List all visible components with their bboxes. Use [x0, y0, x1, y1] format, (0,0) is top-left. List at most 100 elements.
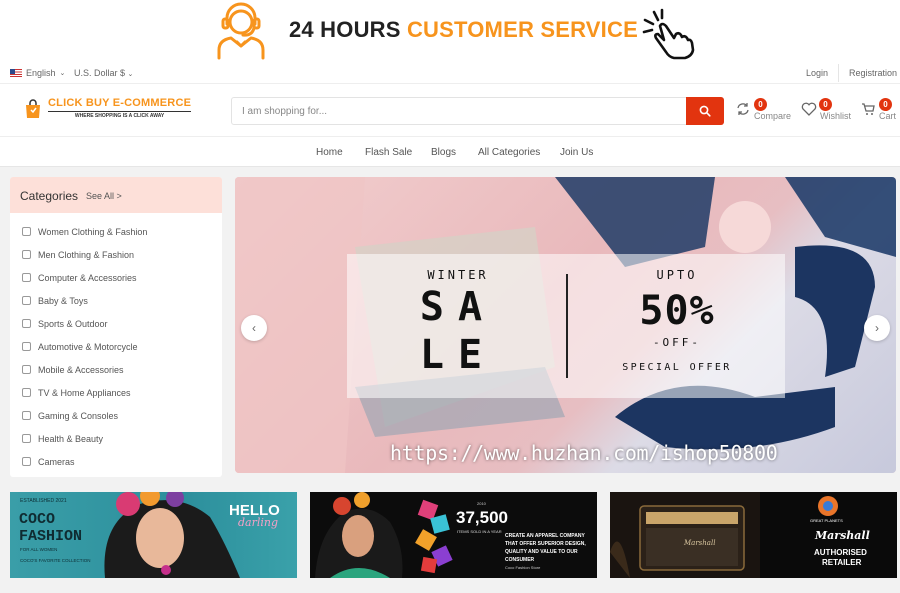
currency-label: U.S. Dollar $ [74, 68, 126, 78]
phone-icon [22, 365, 31, 374]
promo-banner-coco-fashion[interactable]: ESTABLISHED 2021 COCO FASHION FOR ALL WO… [10, 492, 297, 578]
off-label: -OFF- [652, 336, 702, 349]
category-item-computer[interactable]: Computer & Accessories [10, 266, 222, 289]
retailer-badge-label: GREAT PLANETS [810, 518, 843, 523]
since-label: 2010 [477, 501, 486, 506]
search-bar [231, 97, 724, 125]
shirt-icon [22, 250, 31, 259]
language-selector[interactable]: English ⌄ [10, 68, 65, 78]
category-label: Women Clothing & Fashion [38, 226, 148, 237]
darling-script: darling [238, 516, 279, 529]
cart-icon [862, 103, 875, 115]
category-item-baby-toys[interactable]: Baby & Toys [10, 289, 222, 312]
promo-banner-items-sold[interactable]: 2010 37,500 ITEMS SOLD IN A YEAR CREATE … [310, 492, 597, 578]
slider-next-button[interactable]: › [864, 315, 890, 341]
categories-panel: Categories See All > Women Clothing & Fa… [10, 177, 222, 477]
category-item-men-clothing[interactable]: Men Clothing & Fashion [10, 243, 222, 266]
category-item-sports[interactable]: Sports & Outdoor [10, 312, 222, 335]
main-nav: Home Flash Sale Blogs All Categories Joi… [0, 137, 900, 167]
discount-percent: 50% [639, 288, 715, 334]
site-logo[interactable]: CLICK BUY E-COMMERCE WHERE SHOPPING IS A… [24, 97, 192, 119]
category-item-tv-home[interactable]: TV & Home Appliances [10, 381, 222, 404]
customer-service-headline: 24 HOURS CUSTOMER SERVICE [289, 17, 638, 43]
header: CLICK BUY E-COMMERCE WHERE SHOPPING IS A… [0, 84, 900, 137]
coco-brand-line-2: FASHION [19, 528, 83, 545]
camera-icon [22, 457, 31, 466]
established-label: ESTABLISHED 2021 [20, 498, 67, 504]
category-item-women-clothing[interactable]: Women Clothing & Fashion [10, 220, 222, 243]
sports-icon [22, 319, 31, 328]
nav-item-flash-sale[interactable]: Flash Sale [365, 147, 412, 158]
categories-title: Categories [20, 189, 79, 203]
overlay-divider [566, 274, 568, 378]
dress-icon [22, 227, 31, 236]
category-item-cameras[interactable]: Cameras [10, 450, 222, 473]
see-all-link[interactable]: See All > [86, 191, 122, 201]
upto-label: UPTO [656, 268, 698, 282]
customer-service-agent-icon [217, 2, 265, 60]
sale-word-line-1: SA [419, 284, 497, 330]
nav-item-all-categories[interactable]: All Categories [478, 147, 540, 158]
category-item-mobile[interactable]: Mobile & Accessories [10, 358, 222, 381]
top-bar: English ⌄ U.S. Dollar $ ⌄ Login Registra… [0, 62, 900, 84]
nav-item-blogs[interactable]: Blogs [431, 147, 456, 158]
categories-header: Categories See All > [10, 177, 222, 213]
chevron-right-icon: › [875, 321, 879, 335]
category-label: Men Clothing & Fashion [38, 249, 135, 260]
promo-banner-marshall[interactable]: Marshall GREAT PLANETS Marshall AUTHORIS… [610, 492, 897, 578]
brand-name: CLICK BUY E-COMMERCE [48, 97, 192, 109]
slider-prev-button[interactable]: ‹ [241, 315, 267, 341]
for-all-women-label: FOR ALL WOMEN [20, 547, 58, 552]
cart-count-badge: 0 [879, 98, 892, 111]
category-item-health-beauty[interactable]: Health & Beauty [10, 427, 222, 450]
cart-label: Cart [879, 111, 897, 121]
authorised-line: AUTHORISED [814, 548, 867, 557]
heart-icon [801, 102, 817, 116]
search-input[interactable] [232, 98, 687, 124]
chevron-left-icon: ‹ [252, 321, 256, 335]
search-button[interactable] [686, 97, 724, 125]
collection-label: COCO'S FAVORITE COLLECTION [20, 558, 91, 563]
category-item-gaming[interactable]: Gaming & Consoles [10, 404, 222, 427]
beauty-icon [22, 434, 31, 443]
compare-label: Compare [754, 111, 792, 121]
category-label: Baby & Toys [38, 295, 88, 306]
headline-part-1: 24 HOURS [289, 17, 401, 42]
coco-brand-line-1: COCO [19, 511, 56, 528]
amp-logo-text: Marshall [684, 539, 716, 547]
category-label: Cameras [38, 456, 75, 467]
registration-link[interactable]: Registration [849, 68, 897, 78]
click-hand-icon [642, 8, 695, 60]
shopping-bag-icon [26, 98, 40, 118]
car-icon [22, 342, 31, 351]
sale-word-line-2: LE [419, 332, 497, 378]
winter-label: WINTER [427, 268, 489, 282]
tv-icon [22, 388, 31, 397]
watermark-text: https://www.huzhan.com/ishop50800 [390, 441, 778, 465]
retailer-line: RETAILER [822, 558, 862, 567]
language-label: English [26, 68, 56, 78]
nav-item-home[interactable]: Home [316, 147, 343, 158]
wishlist-count-badge: 0 [819, 98, 832, 111]
compare-count-badge: 0 [754, 98, 767, 111]
nav-item-join-us[interactable]: Join Us [560, 147, 593, 158]
category-item-automotive[interactable]: Automotive & Motorcycle [10, 335, 222, 358]
sale-overlay: WINTER SA LE UPTO 50% -OFF- SPECIAL OFFE… [347, 254, 785, 398]
category-list: Women Clothing & Fashion Men Clothing & … [10, 213, 222, 473]
search-icon [699, 105, 711, 117]
items-sold-caption: ITEMS SOLD IN A YEAR [457, 529, 502, 534]
category-label: Gaming & Consoles [38, 410, 119, 421]
compare-icon [737, 103, 749, 115]
category-label: Automotive & Motorcycle [38, 341, 138, 352]
company-mission-text: CREATE AN APPAREL COMPANY THAT OFFER SUP… [505, 533, 586, 563]
currency-selector[interactable]: U.S. Dollar $ ⌄ [74, 68, 133, 78]
category-label: Mobile & Accessories [38, 364, 124, 375]
divider [838, 64, 839, 82]
hero-slider: WINTER SA LE UPTO 50% -OFF- SPECIAL OFFE… [235, 177, 896, 473]
headline-part-2: CUSTOMER SERVICE [406, 17, 638, 42]
brand-tagline: WHERE SHOPPING IS A CLICK AWAY [48, 111, 192, 119]
monitor-icon [22, 273, 31, 282]
wishlist-label: Wishlist [820, 111, 851, 121]
login-link[interactable]: Login [806, 68, 828, 78]
marshall-script: Marshall [815, 529, 870, 542]
